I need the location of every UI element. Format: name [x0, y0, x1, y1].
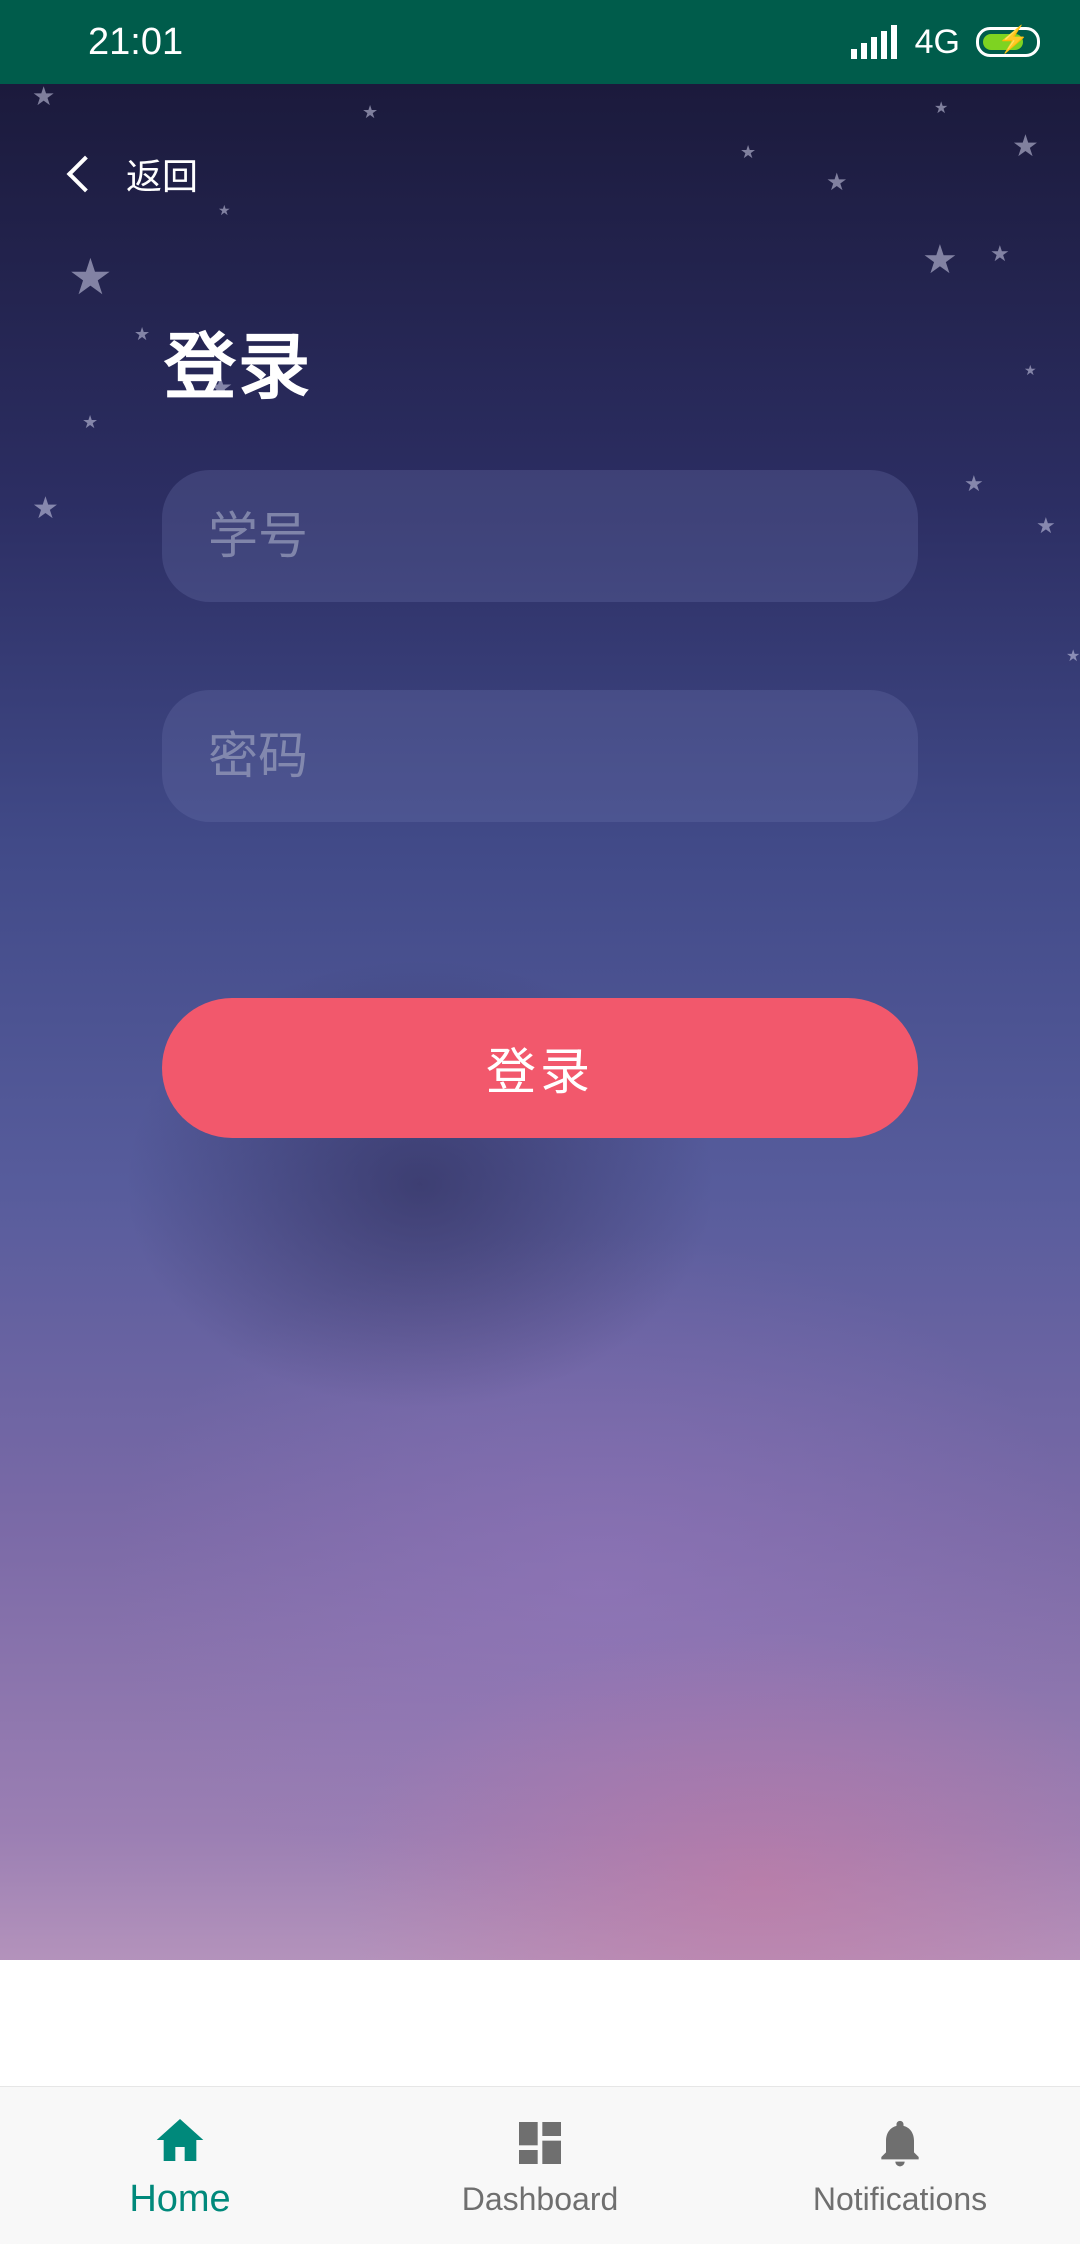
signal-icon	[850, 25, 897, 59]
status-time: 21:01	[88, 20, 184, 63]
nav-item-home[interactable]: Home	[0, 2087, 360, 2244]
star-icon: ★	[134, 324, 151, 345]
star-icon: ★	[32, 84, 56, 112]
chevron-left-icon	[66, 155, 104, 193]
status-indicators: 4G ⚡	[850, 22, 1040, 62]
nav-item-notifications[interactable]: Notifications	[720, 2087, 1080, 2244]
star-icon: ★	[218, 203, 231, 219]
nav-item-dashboard[interactable]: Dashboard	[360, 2087, 720, 2244]
bottom-navigation: Home Dashboard Notifications	[0, 2086, 1080, 2244]
network-type: 4G	[914, 22, 960, 61]
star-icon: ★	[1024, 363, 1037, 379]
star-icon: ★	[82, 412, 99, 433]
back-button[interactable]: 返回	[62, 148, 198, 200]
star-icon: ★	[362, 102, 379, 123]
battery-charging-icon: ⚡	[976, 24, 1040, 57]
back-label: 返回	[126, 157, 199, 198]
nav-label-notifications: Notifications	[812, 2180, 988, 2217]
star-icon: ★	[964, 472, 984, 497]
nav-label-home: Home	[129, 2177, 231, 2220]
star-icon: ★	[32, 491, 59, 526]
star-icon: ★	[68, 248, 113, 306]
star-icon: ★	[990, 242, 1010, 267]
dashboard-icon	[519, 2121, 561, 2164]
white-band	[0, 1960, 1080, 2086]
home-icon	[156, 2118, 204, 2161]
password-input[interactable]	[162, 690, 918, 822]
login-button[interactable]: 登录	[162, 998, 918, 1138]
page-title: 登录	[164, 324, 313, 409]
star-icon: ★	[1036, 514, 1056, 539]
bell-icon	[881, 2120, 919, 2166]
star-icon: ★	[740, 142, 757, 163]
star-icon: ★	[934, 98, 949, 117]
star-icon: ★	[1012, 129, 1039, 164]
star-icon: ★	[1066, 646, 1080, 665]
star-icon: ★	[922, 237, 958, 283]
star-icon: ★	[826, 168, 848, 196]
student-id-input[interactable]	[162, 470, 918, 602]
status-bar: 21:01 4G ⚡	[0, 0, 1080, 84]
nav-label-dashboard: Dashboard	[461, 2180, 619, 2217]
